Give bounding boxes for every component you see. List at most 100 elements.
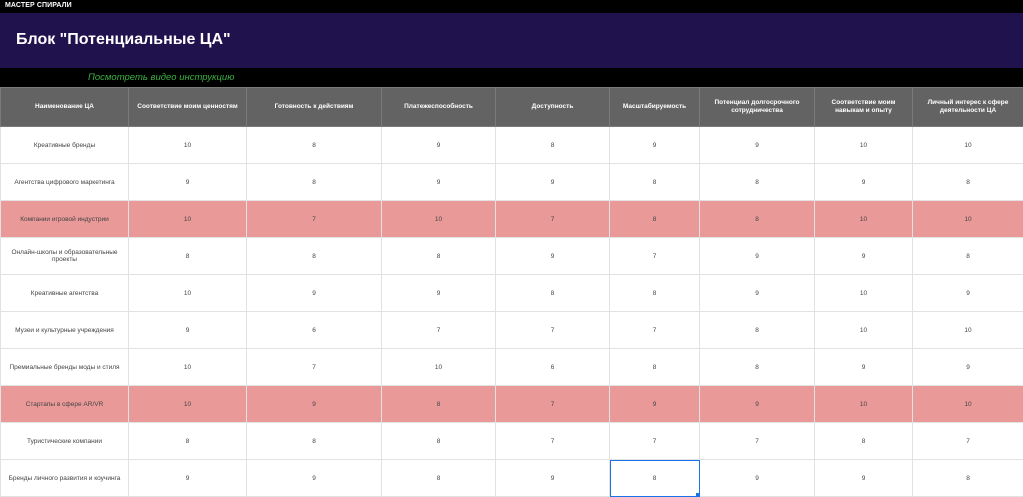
score-cell[interactable]: 8 bbox=[247, 164, 382, 201]
score-cell[interactable]: 9 bbox=[129, 312, 247, 349]
score-cell[interactable]: 6 bbox=[496, 349, 610, 386]
score-cell[interactable]: 8 bbox=[700, 349, 815, 386]
score-cell[interactable]: 8 bbox=[382, 460, 496, 497]
score-cell[interactable]: 7 bbox=[610, 238, 700, 275]
score-cell[interactable]: 10 bbox=[815, 127, 913, 164]
score-cell[interactable]: 10 bbox=[129, 201, 247, 238]
score-cell[interactable]: 10 bbox=[815, 275, 913, 312]
score-cell[interactable]: 7 bbox=[382, 312, 496, 349]
score-cell[interactable]: 9 bbox=[815, 164, 913, 201]
score-cell[interactable]: 7 bbox=[700, 423, 815, 460]
score-cell[interactable]: 7 bbox=[496, 423, 610, 460]
score-cell[interactable]: 8 bbox=[913, 238, 1023, 275]
score-cell[interactable]: 7 bbox=[247, 349, 382, 386]
score-cell[interactable]: 8 bbox=[247, 238, 382, 275]
score-cell[interactable]: 8 bbox=[700, 201, 815, 238]
score-cell[interactable]: 9 bbox=[610, 386, 700, 423]
score-cell[interactable]: 7 bbox=[610, 423, 700, 460]
score-cell[interactable]: 9 bbox=[700, 275, 815, 312]
score-cell[interactable]: 9 bbox=[247, 460, 382, 497]
score-cell[interactable]: 8 bbox=[382, 238, 496, 275]
score-cell[interactable]: 8 bbox=[610, 460, 700, 497]
score-cell[interactable]: 10 bbox=[129, 386, 247, 423]
score-cell[interactable]: 10 bbox=[129, 127, 247, 164]
score-cell[interactable]: 10 bbox=[815, 386, 913, 423]
header-cell[interactable]: Наименование ЦА bbox=[1, 88, 129, 127]
score-cell[interactable]: 7 bbox=[247, 201, 382, 238]
score-cell[interactable]: 9 bbox=[129, 164, 247, 201]
score-cell[interactable]: 9 bbox=[382, 164, 496, 201]
score-cell[interactable]: 7 bbox=[496, 386, 610, 423]
score-cell[interactable]: 9 bbox=[913, 275, 1023, 312]
video-instruction-link[interactable]: Посмотреть видео инструкцию bbox=[88, 72, 234, 83]
audience-name-cell[interactable]: Онлайн-школы и образовательные проекты bbox=[1, 238, 129, 275]
score-cell[interactable]: 10 bbox=[382, 201, 496, 238]
score-cell[interactable]: 9 bbox=[496, 164, 610, 201]
score-cell[interactable]: 10 bbox=[382, 349, 496, 386]
score-cell[interactable]: 10 bbox=[913, 201, 1023, 238]
score-cell[interactable]: 9 bbox=[129, 460, 247, 497]
score-cell[interactable]: 8 bbox=[913, 460, 1023, 497]
score-cell[interactable]: 7 bbox=[496, 201, 610, 238]
audience-name-cell[interactable]: Агентства цифрового маркетинга bbox=[1, 164, 129, 201]
score-cell[interactable]: 7 bbox=[610, 312, 700, 349]
score-cell[interactable]: 6 bbox=[247, 312, 382, 349]
score-cell[interactable]: 9 bbox=[700, 238, 815, 275]
score-cell[interactable]: 10 bbox=[913, 127, 1023, 164]
audience-name-cell[interactable]: Премиальные бренды моды и стиля bbox=[1, 349, 129, 386]
score-cell[interactable]: 8 bbox=[382, 386, 496, 423]
header-cell[interactable]: Масштабируемость bbox=[610, 88, 700, 127]
score-cell[interactable]: 10 bbox=[129, 275, 247, 312]
score-cell[interactable]: 9 bbox=[496, 238, 610, 275]
header-cell[interactable]: Готовность к действиям bbox=[247, 88, 382, 127]
header-cell[interactable]: Платежеспособность bbox=[382, 88, 496, 127]
audience-name-cell[interactable]: Стартапы в сфере AR/VR bbox=[1, 386, 129, 423]
score-cell[interactable]: 10 bbox=[815, 201, 913, 238]
score-cell[interactable]: 9 bbox=[382, 275, 496, 312]
score-cell[interactable]: 9 bbox=[700, 460, 815, 497]
score-cell[interactable]: 9 bbox=[815, 349, 913, 386]
audience-name-cell[interactable]: Музеи и культурные учреждения bbox=[1, 312, 129, 349]
score-cell[interactable]: 9 bbox=[610, 127, 700, 164]
score-cell[interactable]: 10 bbox=[129, 349, 247, 386]
score-cell[interactable]: 8 bbox=[247, 423, 382, 460]
score-cell[interactable]: 8 bbox=[700, 164, 815, 201]
score-cell[interactable]: 7 bbox=[496, 312, 610, 349]
score-cell[interactable]: 8 bbox=[610, 201, 700, 238]
header-cell[interactable]: Личный интерес к сфере деятельности ЦА bbox=[913, 88, 1023, 127]
score-cell[interactable]: 8 bbox=[496, 127, 610, 164]
score-cell[interactable]: 9 bbox=[382, 127, 496, 164]
score-cell[interactable]: 8 bbox=[382, 423, 496, 460]
score-cell[interactable]: 8 bbox=[496, 275, 610, 312]
audience-name-cell[interactable]: Креативные агентства bbox=[1, 275, 129, 312]
score-cell[interactable]: 10 bbox=[913, 312, 1023, 349]
score-cell[interactable]: 9 bbox=[700, 127, 815, 164]
header-cell[interactable]: Соответствие моим навыкам и опыту bbox=[815, 88, 913, 127]
score-cell[interactable]: 9 bbox=[247, 275, 382, 312]
audience-name-cell[interactable]: Креативные бренды bbox=[1, 127, 129, 164]
score-cell[interactable]: 10 bbox=[913, 386, 1023, 423]
score-cell[interactable]: 8 bbox=[700, 312, 815, 349]
score-cell[interactable]: 8 bbox=[815, 423, 913, 460]
score-cell[interactable]: 8 bbox=[129, 423, 247, 460]
score-cell[interactable]: 8 bbox=[129, 238, 247, 275]
score-cell[interactable]: 9 bbox=[913, 349, 1023, 386]
score-cell[interactable]: 9 bbox=[815, 460, 913, 497]
audience-name-cell[interactable]: Компании игровой индустрии bbox=[1, 201, 129, 238]
score-cell[interactable]: 9 bbox=[247, 386, 382, 423]
score-cell[interactable]: 8 bbox=[610, 275, 700, 312]
score-cell[interactable]: 8 bbox=[247, 127, 382, 164]
score-cell[interactable]: 8 bbox=[610, 164, 700, 201]
header-cell[interactable]: Доступность bbox=[496, 88, 610, 127]
score-cell[interactable]: 9 bbox=[700, 386, 815, 423]
score-cell[interactable]: 8 bbox=[610, 349, 700, 386]
header-cell[interactable]: Потенциал долгосрочного сотрудничества bbox=[700, 88, 815, 127]
audience-name-cell[interactable]: Туристические компании bbox=[1, 423, 129, 460]
header-cell[interactable]: Соответствие моим ценностям bbox=[129, 88, 247, 127]
score-cell[interactable]: 9 bbox=[496, 460, 610, 497]
score-cell[interactable]: 8 bbox=[913, 164, 1023, 201]
score-cell[interactable]: 7 bbox=[913, 423, 1023, 460]
score-cell[interactable]: 9 bbox=[815, 238, 913, 275]
score-cell[interactable]: 10 bbox=[815, 312, 913, 349]
audience-name-cell[interactable]: Бренды личного развития и коучинга bbox=[1, 460, 129, 497]
